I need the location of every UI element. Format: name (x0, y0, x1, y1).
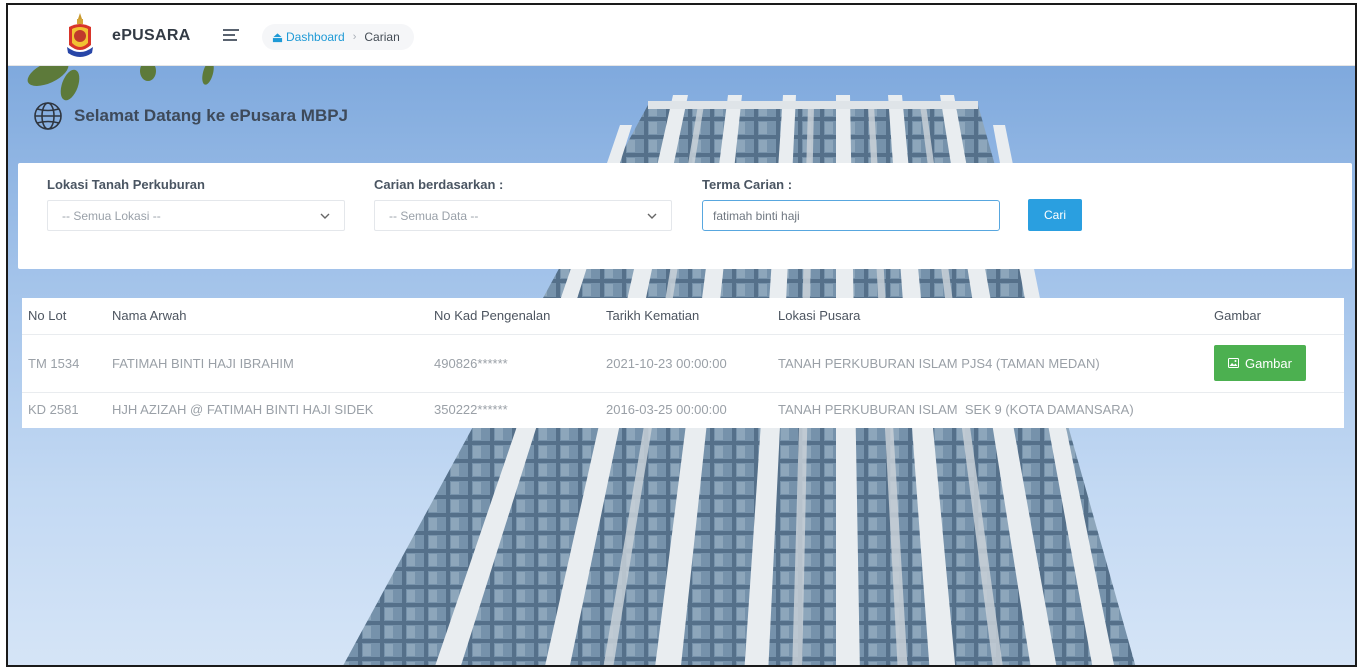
criteria-label: Carian berdasarkan : (374, 177, 504, 192)
app-window: ePUSARA Dashboard › Carian Selamat Datan (6, 3, 1357, 667)
search-button[interactable]: Cari (1028, 199, 1082, 231)
location-label: Lokasi Tanah Perkuburan (47, 177, 205, 192)
results-table: No Lot Nama Arwah No Kad Pengenalan Tari… (22, 298, 1344, 426)
cell-ic: 490826****** (428, 334, 600, 393)
cell-date: 2021-10-23 00:00:00 (600, 334, 772, 393)
column-header-gambar: Gambar (1208, 298, 1344, 335)
cell-date: 2016-03-25 00:00:00 (606, 401, 727, 417)
breadcrumb-current: Carian (364, 30, 400, 44)
cell-location: TANAH PERKUBURAN ISLAM SEK 9 (KOTA DAMAN… (778, 401, 1134, 417)
welcome-banner: Selamat Datang ke ePusara MBPJ (32, 100, 348, 132)
term-field: Terma Carian : (702, 177, 1000, 231)
criteria-select[interactable]: -- Semua Data -- (374, 200, 672, 231)
criteria-field: Carian berdasarkan : -- Semua Data -- (374, 177, 672, 231)
globe-icon (34, 102, 62, 130)
cell-ic: 350222****** (434, 401, 508, 417)
column-header-no-kad: No Kad Pengenalan (428, 298, 600, 335)
cell-name: FATIMAH BINTI HAJI IBRAHIM (106, 334, 428, 393)
chevron-down-icon (647, 213, 657, 219)
column-header-no-lot: No Lot (22, 298, 106, 335)
cell-location: TANAH PERKUBURAN ISLAM PJS4 (TAMAN MEDAN… (772, 334, 1208, 393)
table-row: TM 1534 FATIMAH BINTI HAJI IBRAHIM 49082… (22, 334, 1344, 393)
breadcrumb-dashboard-link[interactable]: Dashboard (286, 30, 345, 44)
view-image-label: Gambar (1245, 355, 1292, 371)
table-row: KD 2581 HJH AZIZAH @ FATIMAH BINTI HAJI … (22, 392, 1344, 426)
cell-name: HJH AZIZAH @ FATIMAH BINTI HAJI SIDEK (112, 401, 374, 417)
table-header-row: No Lot Nama Arwah No Kad Pengenalan Tari… (22, 298, 1344, 335)
mbpj-crest-logo (67, 13, 93, 57)
location-select[interactable]: -- Semua Lokasi -- (47, 200, 345, 231)
cell-gambar: Gambar (1208, 334, 1344, 393)
cell-lot: TM 1534 (22, 334, 106, 393)
column-header-nama-arwah: Nama Arwah (106, 298, 428, 335)
app-brand: ePUSARA (112, 27, 191, 44)
location-select-value: -- Semua Lokasi -- (62, 208, 161, 223)
cell-lot: KD 2581 (28, 401, 79, 417)
hamburger-menu-icon[interactable] (223, 29, 239, 43)
cell-gambar (1208, 392, 1344, 426)
breadcrumb-separator-icon: › (352, 31, 357, 43)
view-image-button[interactable]: Gambar (1214, 345, 1306, 381)
column-header-lokasi: Lokasi Pusara (772, 298, 1208, 335)
breadcrumb: Dashboard › Carian (262, 24, 414, 50)
location-field: Lokasi Tanah Perkuburan -- Semua Lokasi … (47, 177, 345, 231)
column-header-tarikh: Tarikh Kematian (600, 298, 772, 335)
top-header: ePUSARA Dashboard › Carian (8, 5, 1355, 66)
results-table-container: No Lot Nama Arwah No Kad Pengenalan Tari… (22, 298, 1344, 428)
home-icon (272, 32, 283, 42)
search-panel: Lokasi Tanah Perkuburan -- Semua Lokasi … (18, 163, 1352, 269)
term-label: Terma Carian : (702, 177, 793, 192)
search-term-input[interactable] (702, 200, 1000, 231)
image-icon (1228, 358, 1239, 368)
criteria-select-value: -- Semua Data -- (389, 208, 479, 223)
chevron-down-icon (320, 213, 330, 219)
page-title: Selamat Datang ke ePusara MBPJ (74, 106, 349, 125)
